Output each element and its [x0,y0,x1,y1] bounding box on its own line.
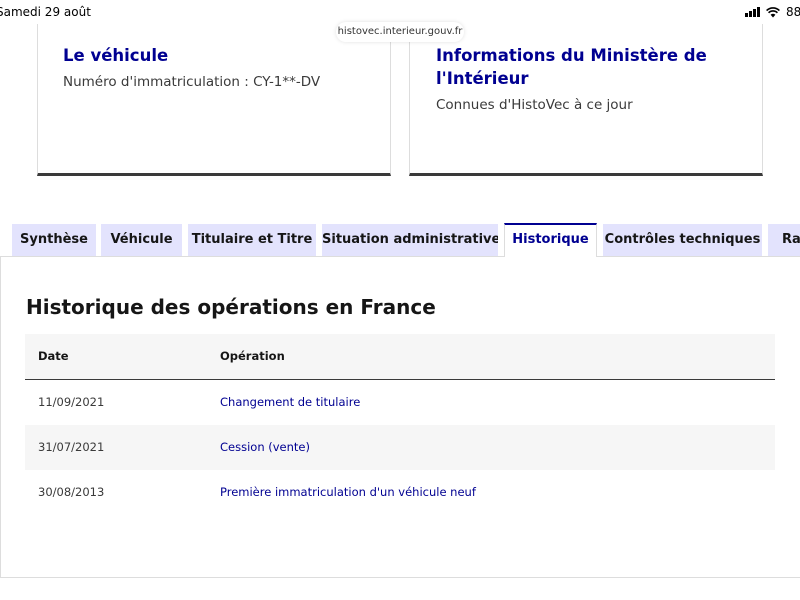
table-row: 11/09/2021 Changement de titulaire [25,380,775,425]
row-date: 11/09/2021 [38,395,105,409]
tab-bar: Synthèse Véhicule Titulaire et Titre Sit… [0,223,800,257]
status-indicators: 88 [745,5,800,19]
status-date: Samedi 29 août [0,5,91,19]
vehicle-card-description: Numéro d'immatriculation : CY-1**-DV [63,74,321,90]
status-bar: Samedi 29 août 88 [0,0,800,24]
wifi-icon [766,6,780,18]
table-row: 30/08/2013 Première immatriculation d'un… [25,470,775,515]
ministry-card-title[interactable]: Informations du Ministère de l'Intérieur [436,44,756,90]
vehicle-card: Le véhicule Numéro d'immatriculation : C… [37,24,391,176]
address-bar[interactable]: histovec.interieur.gouv.fr [336,22,464,42]
row-date: 31/07/2021 [38,440,105,454]
ministry-card-description: Connues d'HistoVec à ce jour [436,97,633,113]
operations-table: Date Opération 11/09/2021 Changement de … [25,334,775,515]
battery-percentage: 88 [786,5,800,19]
row-operation: Cession (vente) [220,440,310,454]
vehicle-card-title[interactable]: Le véhicule [63,44,168,67]
section-title: Historique des opérations en France [26,295,436,319]
cellular-signal-icon [745,7,760,17]
tab-situation-administrative[interactable]: Situation administrative [322,224,498,256]
tab-historique[interactable]: Historique [504,223,597,257]
row-operation: Première immatriculation d'un véhicule n… [220,485,476,499]
row-date: 30/08/2013 [38,485,105,499]
tab-vehicule[interactable]: Véhicule [101,224,182,256]
table-row: 31/07/2021 Cession (vente) [25,425,775,470]
ministry-card: Informations du Ministère de l'Intérieur… [409,24,763,176]
column-header-operation: Opération [220,349,285,363]
tab-rapport[interactable]: Rapport [768,224,800,256]
tab-titulaire-et-titre[interactable]: Titulaire et Titre [188,224,316,256]
tab-controles-techniques[interactable]: Contrôles techniques [603,224,762,256]
tab-synthese[interactable]: Synthèse [12,224,96,256]
table-header: Date Opération [25,334,775,380]
row-operation: Changement de titulaire [220,395,361,409]
column-header-date: Date [38,349,69,363]
